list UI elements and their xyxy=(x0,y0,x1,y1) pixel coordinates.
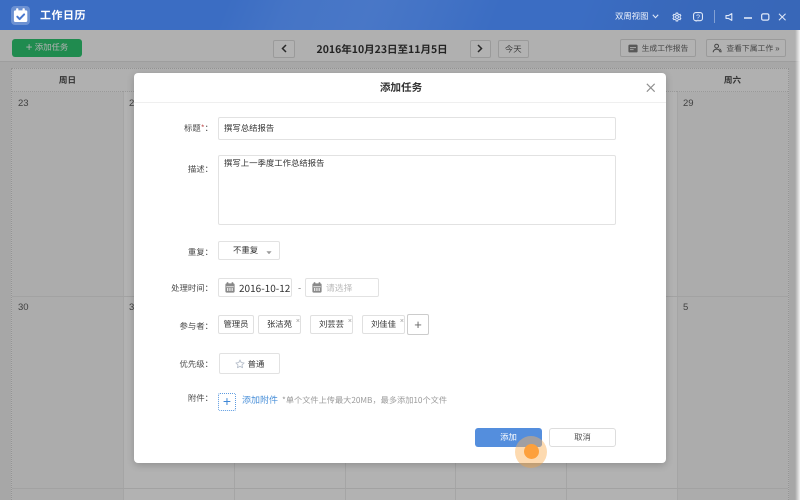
svg-text:?: ? xyxy=(696,14,700,21)
